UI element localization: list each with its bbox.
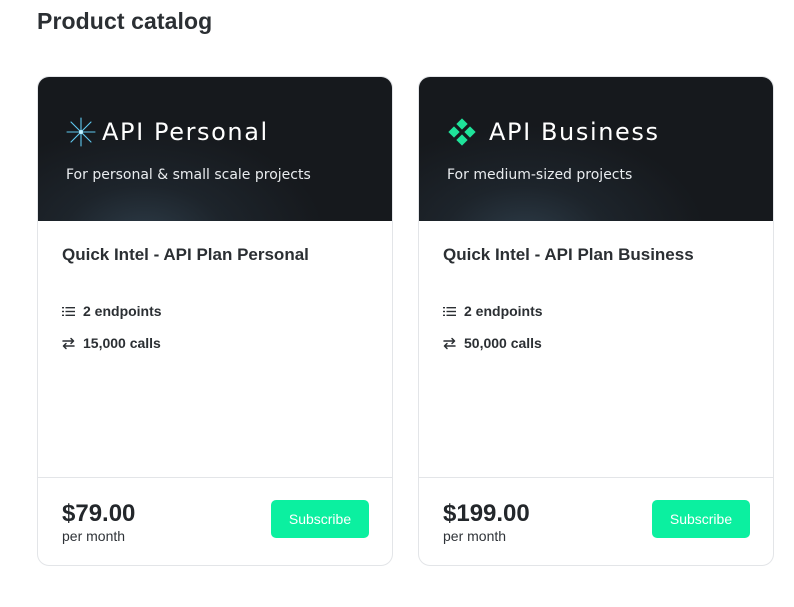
plan-price: $199.00 — [443, 500, 530, 527]
plan-hero-subtitle: For medium-sized projects — [447, 167, 633, 183]
list-icon — [443, 306, 456, 316]
page-title: Product catalog — [37, 8, 213, 34]
plan-period: per month — [443, 528, 507, 544]
feature-endpoints: 2 endpoints — [443, 303, 543, 319]
arrows-exchange-icon — [62, 337, 75, 349]
diamond-cluster-icon — [448, 118, 476, 146]
plan-hero-banner: API Personal For personal & small scale … — [38, 77, 392, 221]
feature-calls: 15,000 calls — [62, 335, 161, 351]
plan-card-personal: API Personal For personal & small scale … — [37, 76, 393, 566]
sparkle-star-icon — [66, 117, 96, 147]
plan-period: per month — [62, 528, 126, 544]
feature-text: 2 endpoints — [464, 303, 543, 319]
plan-body: Quick Intel - API Plan Personal 2 endpoi… — [38, 221, 392, 479]
list-icon — [62, 306, 75, 316]
plan-title: Quick Intel - API Plan Personal — [62, 245, 309, 264]
plan-hero-name: API Personal — [102, 118, 269, 146]
plan-hero-banner: API Business For medium-sized projects — [419, 77, 773, 221]
feature-text: 50,000 calls — [464, 335, 542, 351]
subscribe-button[interactable]: Subscribe — [652, 500, 750, 538]
plan-title: Quick Intel - API Plan Business — [443, 245, 694, 264]
arrows-exchange-icon — [443, 337, 456, 349]
plan-price: $79.00 — [62, 500, 136, 527]
plan-hero-subtitle: For personal & small scale projects — [66, 167, 311, 183]
feature-text: 15,000 calls — [83, 335, 161, 351]
subscribe-button[interactable]: Subscribe — [271, 500, 369, 538]
product-catalog-page: Product catalog API Personal For persona… — [0, 0, 794, 607]
feature-calls: 50,000 calls — [443, 335, 542, 351]
plan-footer: $199.00 per month Subscribe — [419, 477, 773, 565]
feature-endpoints: 2 endpoints — [62, 303, 162, 319]
feature-text: 2 endpoints — [83, 303, 162, 319]
plan-body: Quick Intel - API Plan Business 2 endpoi… — [419, 221, 773, 479]
plan-hero-name: API Business — [489, 118, 660, 146]
plan-footer: $79.00 per month Subscribe — [38, 477, 392, 565]
plan-card-business: API Business For medium-sized projects Q… — [418, 76, 774, 566]
plan-brand: API Business — [447, 117, 660, 147]
plan-brand: API Personal — [66, 117, 269, 147]
